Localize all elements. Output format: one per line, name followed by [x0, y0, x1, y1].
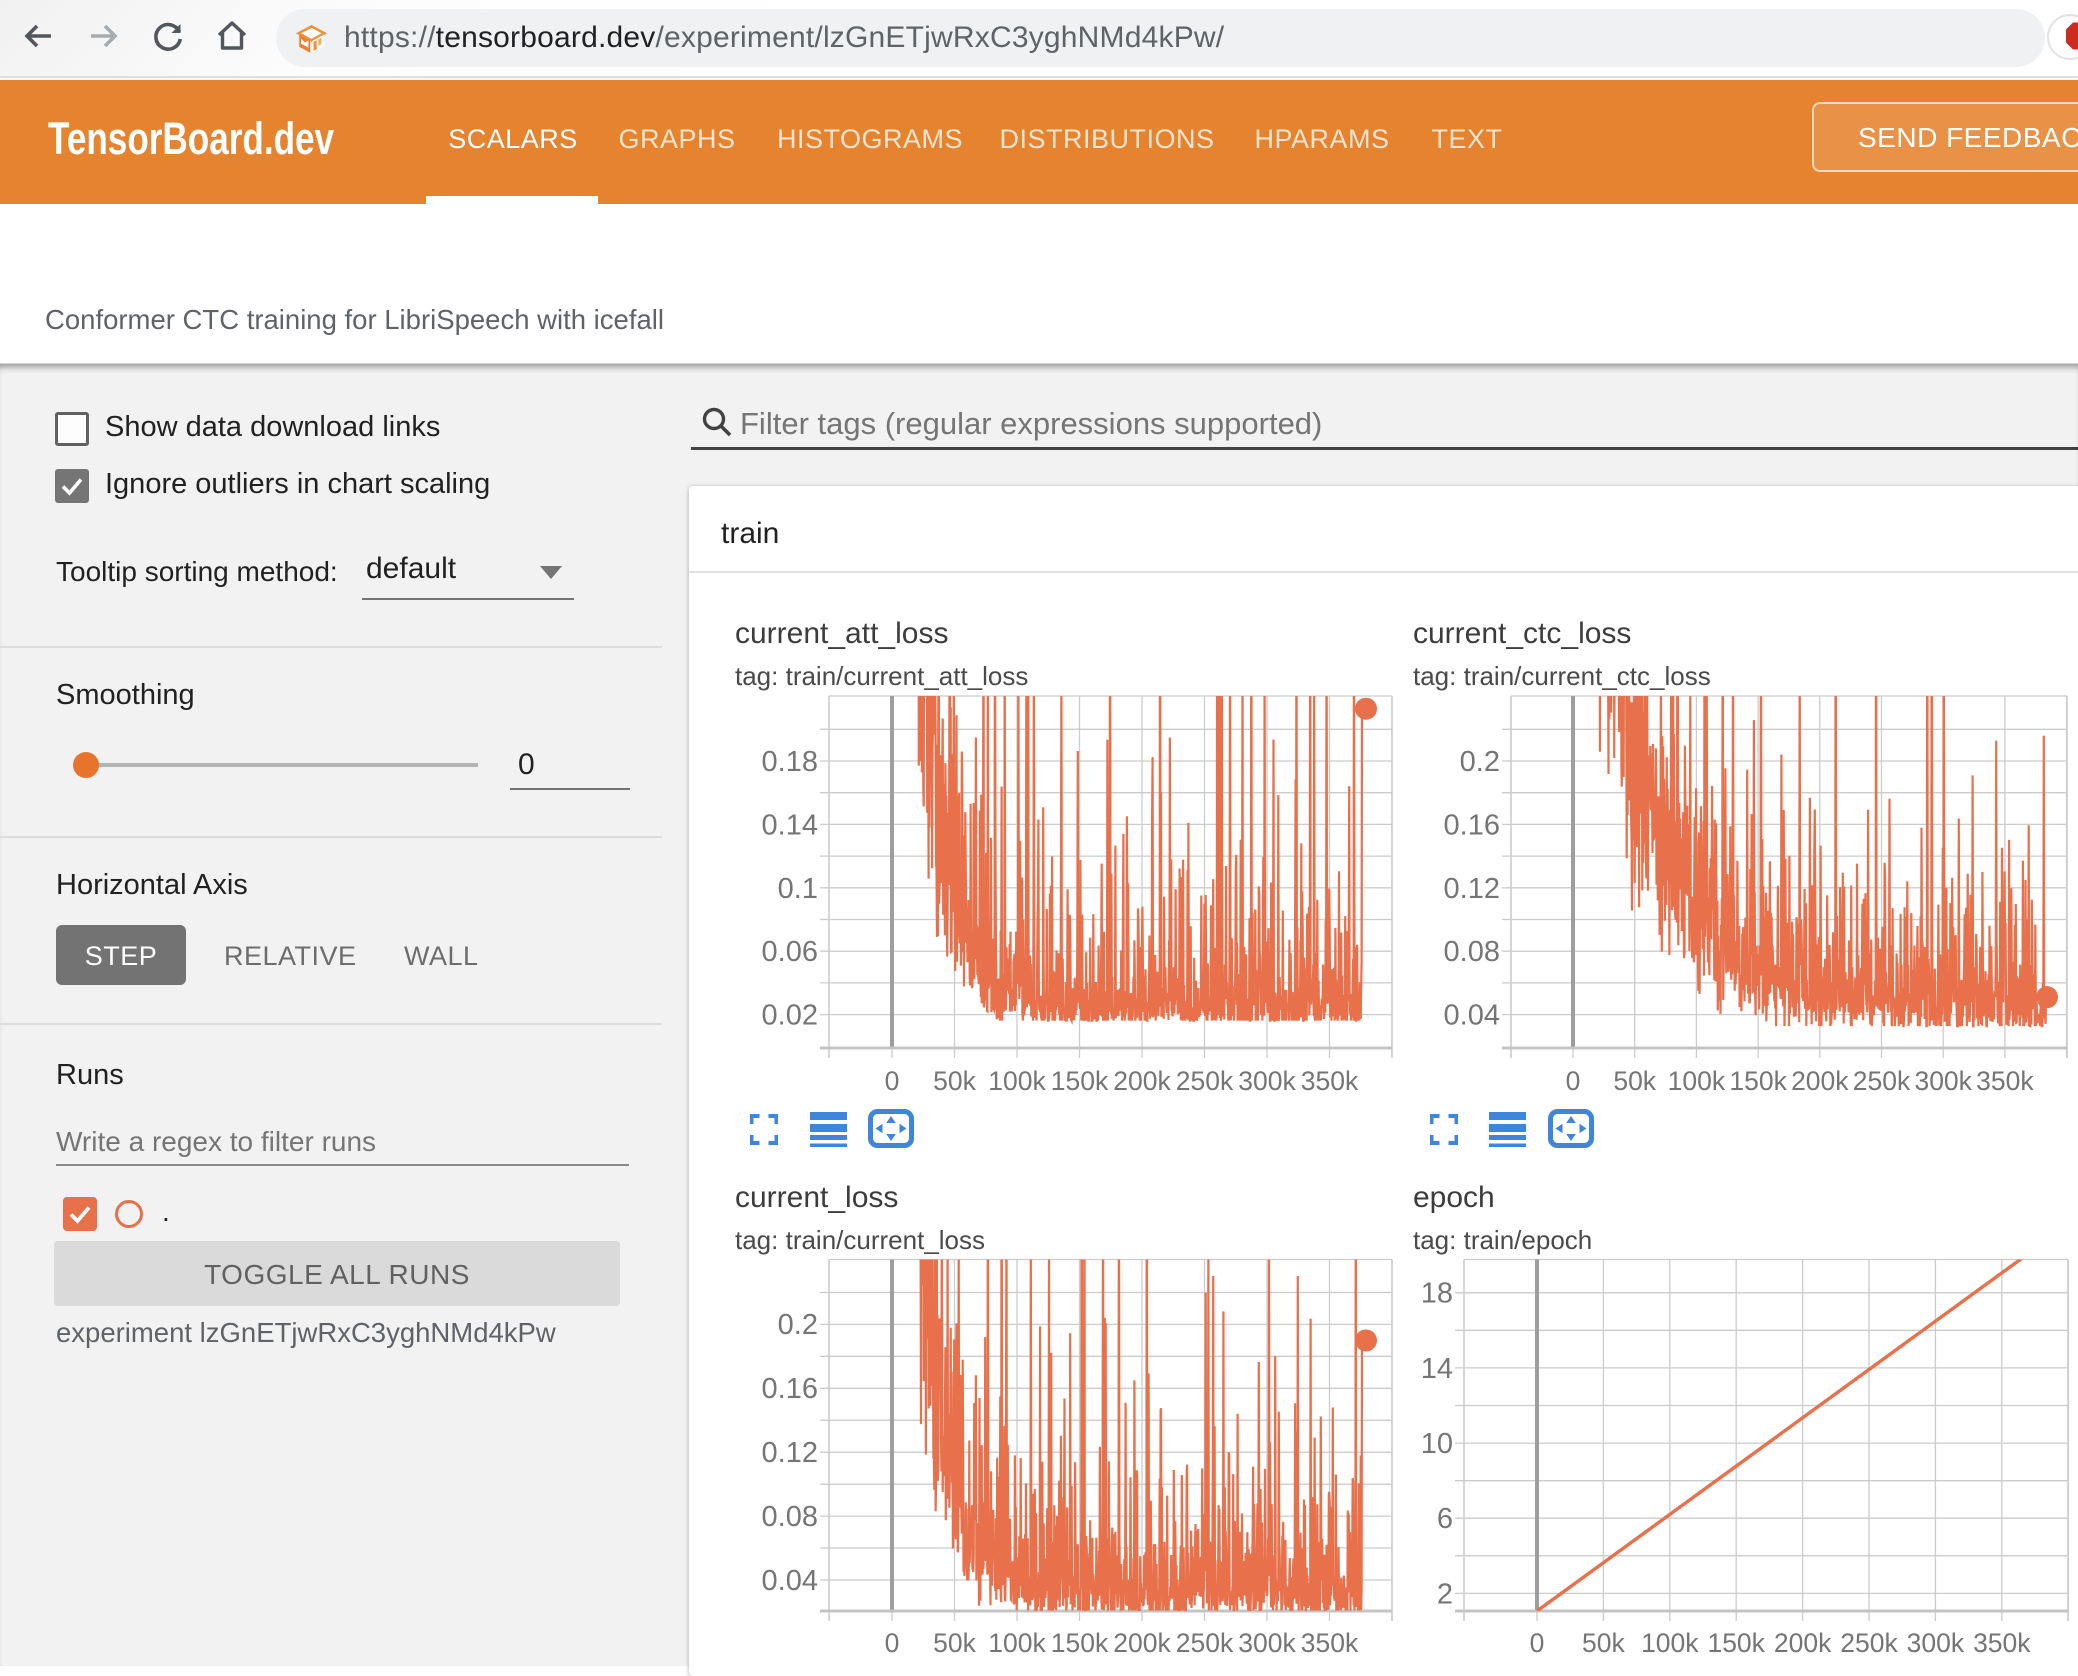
svg-text:10: 10 — [1421, 1428, 1453, 1460]
svg-text:150k: 150k — [1707, 1628, 1765, 1658]
svg-text:14: 14 — [1421, 1353, 1453, 1385]
svg-text:2: 2 — [1437, 1578, 1453, 1610]
svg-text:350k: 350k — [1973, 1628, 2031, 1658]
svg-text:300k: 300k — [1907, 1628, 1965, 1658]
svg-text:50k: 50k — [1582, 1628, 1625, 1658]
svg-text:200k: 200k — [1774, 1628, 1832, 1658]
svg-text:18: 18 — [1421, 1278, 1453, 1310]
svg-text:250k: 250k — [1840, 1628, 1898, 1658]
svg-text:0: 0 — [1530, 1628, 1545, 1658]
svg-text:6: 6 — [1437, 1503, 1453, 1535]
svg-text:100k: 100k — [1641, 1628, 1699, 1658]
